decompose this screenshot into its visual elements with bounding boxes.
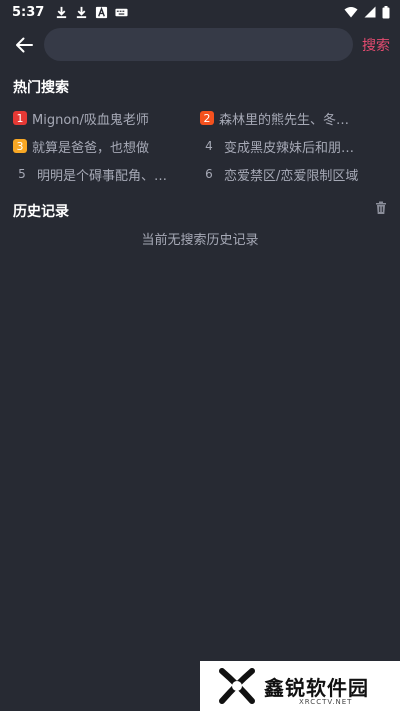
download-icon xyxy=(57,6,67,18)
hot-search-item[interactable]: 2 森林里的熊先生、冬… xyxy=(200,108,385,128)
hot-search-text: 恋爱禁区/恋爱限制区域 xyxy=(224,168,359,184)
hot-search-title: 热门搜索 xyxy=(13,80,69,96)
search-box xyxy=(44,28,353,61)
back-button[interactable] xyxy=(10,31,38,59)
status-time: 5:37 xyxy=(12,4,45,20)
hot-search-text: Mignon/吸血鬼老师 xyxy=(32,112,149,128)
status-left: 5:37 xyxy=(12,5,128,20)
history-empty-text: 当前无搜索历史记录 xyxy=(141,233,259,248)
hot-search-item[interactable]: 4 变成黑皮辣妹后和朋… xyxy=(200,136,385,156)
arrow-left-icon xyxy=(16,37,33,53)
trash-icon[interactable] xyxy=(374,201,388,215)
hot-search-item[interactable]: 5 明明是个碍事配角、… xyxy=(13,164,198,184)
hot-search-rank-badge: 2 xyxy=(200,111,214,125)
watermark-subtext: XRCCTV.NET xyxy=(299,698,353,706)
hot-search-text: 森林里的熊先生、冬… xyxy=(219,112,350,128)
watermark-logo-icon xyxy=(219,668,255,704)
search-button[interactable]: 搜索 xyxy=(362,35,390,55)
hot-search-rank-badge: 5 xyxy=(18,167,26,181)
hot-search-rank-badge: 3 xyxy=(13,139,27,153)
hot-search-item[interactable]: 1 Mignon/吸血鬼老师 xyxy=(13,108,198,128)
hot-search-text: 明明是个碍事配角、… xyxy=(37,168,168,184)
hot-search-item[interactable]: 6 恋爱禁区/恋爱限制区域 xyxy=(200,164,385,184)
hot-search-rank-badge: 6 xyxy=(205,167,213,181)
hot-search-rank-badge: 4 xyxy=(205,139,213,153)
app-a-icon xyxy=(96,6,108,18)
status-bar: 5:37 xyxy=(0,0,400,24)
keyboard-icon xyxy=(115,8,128,16)
watermark: 鑫锐软件园 XRCCTV.NET xyxy=(200,661,400,711)
status-right xyxy=(344,5,390,19)
signal-icon xyxy=(364,6,376,18)
hot-search-rank-badge: 1 xyxy=(13,111,27,125)
history-title: 历史记录 xyxy=(13,204,69,220)
hot-search-text: 变成黑皮辣妹后和朋… xyxy=(224,140,355,156)
hot-search-text: 就算是爸爸，也想做 xyxy=(32,140,150,156)
download-icon xyxy=(77,6,87,18)
wifi-icon xyxy=(344,7,358,18)
search-input[interactable] xyxy=(44,28,353,61)
watermark-text: 鑫锐软件园 xyxy=(264,675,369,700)
search-header: 搜索 xyxy=(0,28,400,62)
hot-search-item[interactable]: 3 就算是爸爸，也想做 xyxy=(13,136,198,156)
battery-icon xyxy=(382,5,390,18)
